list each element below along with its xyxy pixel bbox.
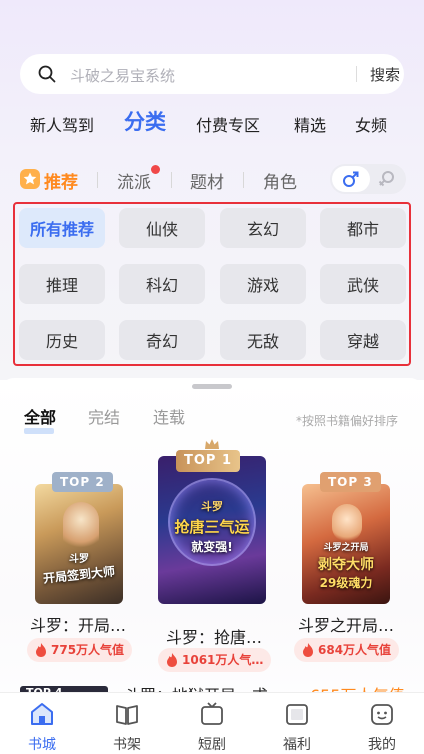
book-title: 斗罗之开局… [298, 616, 395, 635]
bottomnav-welfare[interactable]: 福利 [255, 693, 339, 754]
category-kehuan[interactable]: 科幻 [119, 264, 205, 304]
bottomnav-shortdrama[interactable]: 短剧 [170, 693, 254, 754]
nav-xinren[interactable]: 新人驾到 [30, 112, 94, 136]
nav-fenlei[interactable]: 分类 [124, 106, 166, 136]
popularity-badge: 775万人气值 [27, 638, 133, 662]
top-nav: 新人驾到 分类 付费专区 精选 女频 [0, 106, 424, 138]
flame-icon [167, 653, 177, 667]
book-card-top1[interactable]: 斗罗 抢唐三气运 就变强! TOP 1 斗罗：抢唐… 1061万人气… [152, 438, 272, 678]
popularity-badge: 684万人气值 [294, 638, 400, 662]
book-title: 斗罗：开局… [30, 616, 127, 635]
book-cover: 斗罗之开局 剥夺大师 29级魂力 [302, 484, 390, 604]
category-xianxia[interactable]: 仙侠 [119, 208, 205, 248]
male-icon[interactable] [341, 169, 361, 189]
nav-jingxuan[interactable]: 精选 [294, 112, 326, 136]
rank-badge: TOP 2 [52, 472, 113, 492]
subtab-divider [243, 172, 244, 188]
bottomnav-profile[interactable]: 我的 [340, 693, 424, 754]
bookshelf-icon [116, 705, 138, 725]
search-bar[interactable]: 斗破之易宝系统 搜索 [20, 54, 404, 94]
subtab-liupai[interactable]: 流派 [117, 168, 151, 193]
category-tuili[interactable]: 推理 [19, 264, 105, 304]
bookstore-icon [31, 703, 53, 725]
bottomnav-bookshelf[interactable]: 书架 [85, 693, 169, 754]
book-title: 斗罗：抢唐… [166, 628, 263, 647]
profile-icon [371, 704, 393, 725]
gender-toggle[interactable] [330, 164, 406, 194]
crown-icon [205, 439, 219, 449]
popularity-badge: 1061万人气… [158, 648, 272, 672]
search-icon [38, 65, 56, 83]
book-cover: 斗罗 抢唐三气运 就变强! [158, 456, 266, 604]
category-qihuan[interactable]: 奇幻 [119, 320, 205, 360]
subtab-divider [171, 172, 172, 188]
female-icon[interactable] [376, 169, 396, 189]
bottom-nav: 书城 书架 短剧 福利 我的 [0, 692, 424, 754]
subtab-ticai[interactable]: 题材 [190, 168, 224, 193]
flame-icon [36, 643, 46, 657]
subtab-tuijian[interactable]: 推荐 [44, 168, 78, 193]
book-card-top2[interactable]: 斗罗 开局签到大师 TOP 2 斗罗：开局… 775万人气值 [24, 472, 134, 662]
book-cover: 斗罗 开局签到大师 [35, 484, 123, 604]
filter-tab-finished[interactable]: 完结 [88, 404, 120, 428]
category-dushi[interactable]: 都市 [320, 208, 406, 248]
category-youxi[interactable]: 游戏 [220, 264, 306, 304]
rank-badge: TOP 1 [176, 450, 241, 472]
category-all-recommend[interactable]: 所有推荐 [19, 208, 105, 248]
tv-icon [201, 702, 223, 725]
sort-note: *按照书籍偏好排序 [296, 414, 399, 428]
filter-tab-serial[interactable]: 连载 [153, 404, 185, 428]
subtab-divider [97, 172, 98, 188]
subtab-juese[interactable]: 角色 [263, 168, 297, 193]
category-lishi[interactable]: 历史 [19, 320, 105, 360]
flame-icon [303, 643, 313, 657]
search-input[interactable]: 斗破之易宝系统 [70, 65, 175, 86]
category-wudi[interactable]: 无敌 [220, 320, 306, 360]
nav-nvpin[interactable]: 女频 [355, 112, 387, 136]
bottomnav-bookstore[interactable]: 书城 [0, 693, 84, 754]
category-subtabs: 推荐 流派 题材 角色 [0, 162, 424, 196]
search-divider [356, 66, 357, 82]
gift-icon [286, 704, 308, 725]
new-dot-badge [151, 165, 160, 174]
rank-badge: TOP 3 [320, 472, 381, 492]
search-button[interactable]: 搜索 [370, 64, 400, 85]
category-chuanyue[interactable]: 穿越 [320, 320, 406, 360]
star-icon [20, 169, 40, 189]
book-card-top3[interactable]: 斗罗之开局 剥夺大师 29级魂力 TOP 3 斗罗之开局… 684万人气值 [292, 472, 404, 662]
category-grid: 所有推荐 仙侠 玄幻 都市 推理 科幻 游戏 武侠 历史 奇幻 无敌 穿越 [13, 202, 411, 366]
active-tab-underline [24, 428, 54, 434]
drag-handle[interactable] [192, 384, 232, 389]
filter-tab-all[interactable]: 全部 [24, 404, 56, 428]
nav-fufei[interactable]: 付费专区 [196, 112, 260, 136]
category-wuxia[interactable]: 武侠 [320, 264, 406, 304]
category-xuanhuan[interactable]: 玄幻 [220, 208, 306, 248]
